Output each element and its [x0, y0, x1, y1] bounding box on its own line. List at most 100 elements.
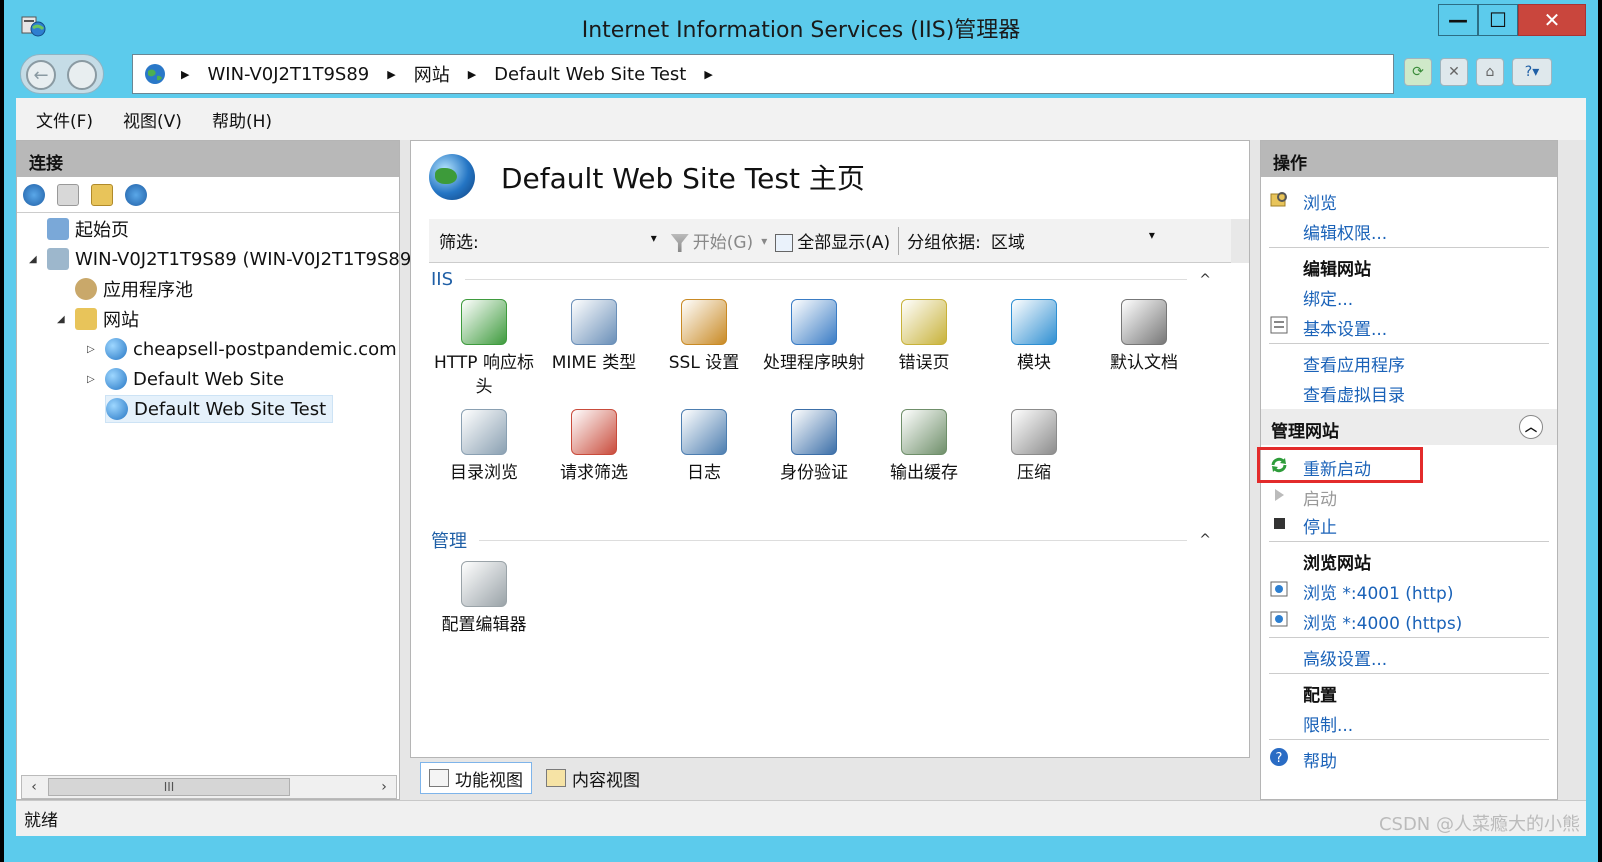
back-arrow-icon: ←	[33, 64, 49, 86]
website-globe-icon	[105, 338, 127, 360]
feature-authentication[interactable]: 身份验证	[759, 409, 869, 485]
collapse-section-icon[interactable]: ^	[1199, 532, 1211, 548]
maximize-button[interactable]: ☐	[1478, 4, 1518, 36]
help-dropdown-button[interactable]: ?▾	[1512, 58, 1552, 86]
feature-modules[interactable]: 模块	[979, 299, 1089, 375]
feature-ssl-lock[interactable]: SSL 设置	[649, 299, 759, 375]
show-all-button[interactable]: 全部显示(A)	[775, 228, 890, 253]
help-circle-icon: ?	[1270, 748, 1288, 766]
sites-folder-icon	[75, 308, 97, 330]
breadcrumb-arrow-icon: ▶	[704, 67, 713, 81]
feature-logging[interactable]: 日志	[649, 409, 759, 485]
feature-directory-browsing[interactable]: 目录浏览	[429, 409, 539, 485]
feature-error-pages[interactable]: 错误页	[869, 299, 979, 375]
filter-input[interactable]	[485, 227, 661, 255]
section-manage: 管理 ^	[431, 527, 1211, 553]
action-view-applications[interactable]: 查看应用程序	[1303, 351, 1405, 376]
application-pools-icon	[75, 278, 97, 300]
action-basic-settings[interactable]: 基本设置...	[1303, 315, 1387, 340]
disconnect-icon[interactable]	[125, 183, 147, 206]
go-dropdown-icon[interactable]: ▾	[761, 234, 767, 248]
feature-handler-mappings[interactable]: 处理程序映射	[759, 299, 869, 375]
directory-browsing-icon	[461, 409, 507, 455]
menu-file[interactable]: 文件(F)	[36, 107, 93, 132]
tree-node-server[interactable]: ◢ WIN-V0J2T1T9S89 (WIN-V0J2T1T9S89	[29, 245, 411, 273]
group-by-select[interactable]: 区域	[991, 228, 1161, 253]
action-bindings[interactable]: 绑定...	[1303, 285, 1353, 310]
feature-mime-types[interactable]: MIME 类型	[539, 299, 649, 375]
tree-label: Default Web Site Test	[134, 398, 327, 420]
content-view-icon	[546, 769, 566, 787]
action-browse-http[interactable]: 浏览 *:4001 (http)	[1303, 579, 1453, 604]
up-folder-icon[interactable]	[91, 183, 113, 206]
edit-site-heading: 编辑网站	[1303, 260, 1371, 280]
home-button[interactable]: ⌂	[1476, 58, 1504, 86]
modules-icon	[1011, 299, 1057, 345]
action-explore[interactable]: 浏览	[1303, 189, 1337, 214]
feature-label: 目录浏览	[450, 463, 518, 483]
feature-default-document[interactable]: 默认文档	[1089, 299, 1199, 375]
help-icon: ?▾	[1524, 64, 1540, 80]
action-edit-permissions[interactable]: 编辑权限...	[1303, 219, 1387, 244]
collapse-section-icon[interactable]: ^	[1199, 272, 1211, 288]
expand-arrow-icon[interactable]: ▷	[87, 374, 99, 385]
feature-configuration-editor[interactable]: 配置编辑器	[429, 561, 539, 637]
feature-label: 处理程序映射	[763, 353, 865, 373]
tree-node-default-web-site-test[interactable]: Default Web Site Test	[105, 395, 334, 423]
website-globe-icon	[105, 368, 127, 390]
feature-http-response-headers[interactable]: HTTP 响应标头	[429, 299, 539, 399]
stop-button[interactable]: ✕	[1440, 58, 1468, 86]
back-button[interactable]: ←	[26, 60, 56, 90]
tree-label: Default Web Site	[133, 368, 285, 390]
tab-content-view[interactable]: 内容视图	[538, 762, 648, 794]
action-view-virtual-directories[interactable]: 查看虚拟目录	[1303, 381, 1405, 406]
show-all-icon	[775, 234, 794, 252]
collapse-arrow-icon[interactable]: ◢	[57, 314, 69, 325]
scroll-left-icon[interactable]: ‹	[24, 778, 44, 796]
scroll-right-icon[interactable]: ›	[374, 778, 394, 796]
connect-globe-icon[interactable]	[23, 183, 45, 206]
expand-arrow-icon[interactable]: ▷	[87, 344, 99, 355]
restart-highlight-box	[1257, 447, 1423, 483]
tree-node-site-cheapsell[interactable]: ▷ cheapsell-postpandemic.com	[87, 335, 397, 363]
explore-folder-icon	[1270, 192, 1287, 207]
configuration-editor-icon	[461, 561, 507, 607]
breadcrumb-arrow-icon: ▶	[181, 67, 190, 81]
breadcrumb-sites[interactable]: 网站	[414, 61, 450, 87]
feature-compression[interactable]: 压缩	[979, 409, 1089, 485]
action-start[interactable]: 启动	[1303, 485, 1337, 510]
breadcrumb-site[interactable]: Default Web Site Test	[494, 64, 686, 85]
feature-output-caching[interactable]: 输出缓存	[869, 409, 979, 485]
tree-node-sites[interactable]: ◢ 网站	[57, 305, 139, 333]
forward-button[interactable]	[67, 60, 97, 90]
feature-request-filtering[interactable]: 请求筛选	[539, 409, 649, 485]
tree-node-app-pools[interactable]: 应用程序池	[75, 275, 193, 303]
breadcrumb-server[interactable]: WIN-V0J2T1T9S89	[207, 64, 369, 85]
go-button[interactable]: 开始(G)	[670, 228, 753, 253]
collapse-chevron-up-icon[interactable]: ︿	[1519, 415, 1543, 439]
tree-label: 起始页	[75, 220, 129, 241]
browse-page-icon	[1270, 581, 1288, 597]
action-limits[interactable]: 限制...	[1303, 711, 1353, 736]
tree-node-start-page[interactable]: 起始页	[47, 215, 129, 243]
scroll-thumb[interactable]: III	[48, 778, 290, 796]
action-help[interactable]: 帮助	[1303, 747, 1337, 772]
save-icon[interactable]	[57, 183, 79, 206]
close-button[interactable]: ✕	[1518, 4, 1586, 36]
minimize-button[interactable]: —	[1438, 4, 1478, 36]
tab-features-view[interactable]: 功能视图	[420, 762, 532, 794]
action-stop[interactable]: 停止	[1303, 513, 1337, 538]
collapse-arrow-icon[interactable]: ◢	[29, 254, 41, 265]
horizontal-scrollbar[interactable]: ‹ III ›	[21, 775, 397, 799]
menu-view[interactable]: 视图(V)	[123, 107, 182, 132]
watermark-text: CSDN @人菜瘾大的小熊	[1378, 814, 1580, 835]
action-advanced-settings[interactable]: 高级设置...	[1303, 645, 1387, 670]
address-bar[interactable]: ▶ WIN-V0J2T1T9S89 ▶ 网站 ▶ Default Web Sit…	[132, 54, 1394, 94]
refresh-connection-button[interactable]: ⟳	[1404, 58, 1432, 86]
window-bottom-border	[4, 836, 1598, 862]
filter-scroll-icon[interactable]	[1231, 219, 1249, 263]
action-browse-https[interactable]: 浏览 *:4000 (https)	[1303, 609, 1462, 634]
menu-help[interactable]: 帮助(H)	[212, 107, 272, 132]
authentication-icon	[791, 409, 837, 455]
tree-node-default-web-site[interactable]: ▷ Default Web Site	[87, 365, 284, 393]
